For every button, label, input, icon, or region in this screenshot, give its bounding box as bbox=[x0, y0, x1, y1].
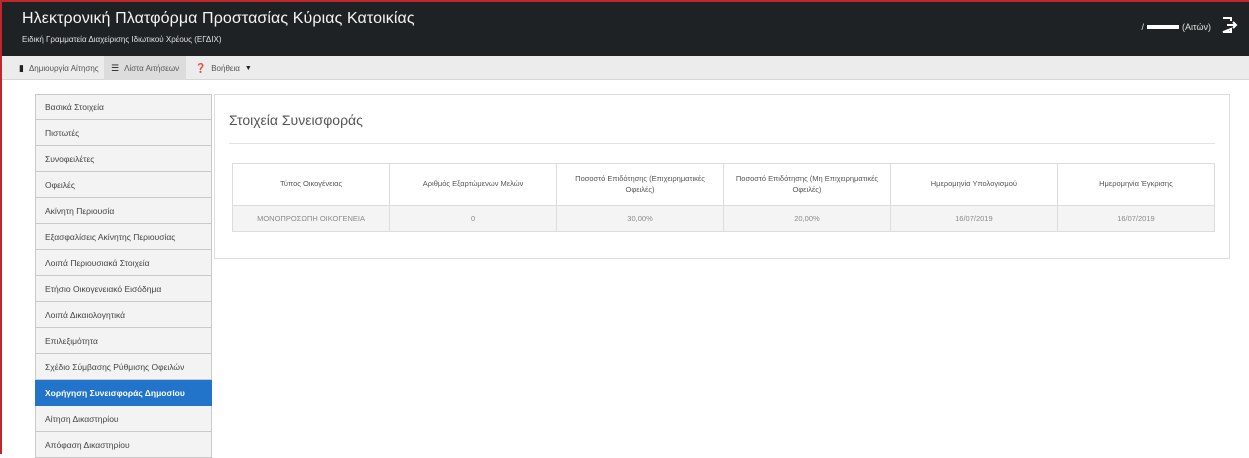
redacted-username bbox=[1147, 25, 1180, 29]
sidebar-item-court-application[interactable]: Αίτηση Δικαστηρίου bbox=[35, 406, 212, 432]
logout-icon[interactable] bbox=[1221, 16, 1239, 34]
contribution-table: Τύπος Οικογένειας Αριθμός Εξαρτώμενων Με… bbox=[231, 163, 1216, 232]
sidebar-item-co-debtors[interactable]: Συνοφειλέτες bbox=[35, 146, 212, 172]
sidebar-item-settlement-plan[interactable]: Σχέδιο Σύμβασης Ρύθμισης Οφειλών bbox=[35, 354, 212, 380]
sidebar-item-creditors[interactable]: Πιστωτές bbox=[35, 120, 212, 146]
caret-down-icon: ▼ bbox=[244, 64, 252, 72]
table-cell: 20,00% bbox=[722, 205, 891, 232]
sidebar-item-other-documents[interactable]: Λοιπά Δικαιολογητικά bbox=[35, 302, 212, 328]
column-header: Ημερομηνία Έγκρισης bbox=[1056, 163, 1216, 206]
sidebar-item-debts[interactable]: Οφειλές bbox=[35, 172, 212, 198]
sidebar-item-real-estate-securities[interactable]: Εξασφαλίσεις Ακίνητης Περιουσίας bbox=[35, 224, 212, 250]
column-header: Ποσοστό Επιδότησης (Επιχειρηματικές Οφει… bbox=[556, 163, 724, 206]
sidebar-item-label: Αίτηση Δικαστηρίου bbox=[45, 413, 119, 424]
nav-applications-list[interactable]: ☰ Λίστα Αιτήσεων bbox=[104, 56, 187, 80]
app-title: Ηλεκτρονική Πλατφόρμα Προστασίας Κύριας … bbox=[22, 10, 415, 27]
sidebar-item-label: Απόφαση Δικαστηρίου bbox=[45, 439, 130, 450]
sidebar-item-court-decision[interactable]: Απόφαση Δικαστηρίου bbox=[35, 432, 212, 458]
sidebar-item-label: Πιστωτές bbox=[45, 127, 80, 138]
sidebar-item-label: Οφειλές bbox=[45, 179, 75, 190]
table-cell: 16/07/2019 bbox=[1056, 205, 1216, 232]
sidebar-item-public-contribution[interactable]: Χορήγηση Συνεισφοράς Δημοσίου bbox=[35, 380, 212, 406]
divider bbox=[229, 143, 1215, 144]
sidebar-item-annual-income[interactable]: Ετήσιο Οικογενειακό Εισόδημα bbox=[35, 276, 212, 302]
sidebar-item-label: Ακίνητη Περιουσία bbox=[45, 205, 115, 216]
sidebar-item-eligibility[interactable]: Επιλεξιμότητα bbox=[35, 328, 212, 354]
sidebar-item-label: Εξασφαλίσεις Ακίνητης Περιουσίας bbox=[45, 231, 176, 242]
contribution-panel: Στοιχεία Συνεισφοράς Τύπος Οικογένειας Α… bbox=[214, 94, 1230, 259]
help-icon: ❓ bbox=[195, 62, 207, 73]
column-header: Ποσοστό Επιδότησης (Μη Επιχειρηματικές Ο… bbox=[722, 163, 891, 206]
panel-heading: Στοιχεία Συνεισφοράς bbox=[229, 112, 363, 128]
sidebar-item-real-estate[interactable]: Ακίνητη Περιουσία bbox=[35, 198, 212, 224]
user-role: (Αιτών) bbox=[1182, 22, 1211, 32]
table-row: ΜΟΝΟΠΡΟΣΩΠΗ ΟΙΚΟΓΕΝΕΙΑ 0 30,00% 20,00% 1… bbox=[231, 205, 1216, 232]
nav-create-application[interactable]: ▮ Δημιουργία Αίτησης bbox=[12, 56, 106, 80]
table-cell: ΜΟΝΟΠΡΟΣΩΠΗ ΟΙΚΟΓΕΝΕΙΑ bbox=[231, 205, 391, 232]
sidebar: Βασικά Στοιχεία Πιστωτές Συνοφειλέτες Οφ… bbox=[35, 94, 212, 458]
user-separator: / bbox=[1141, 22, 1145, 32]
sidebar-item-label: Βασικά Στοιχεία bbox=[45, 102, 104, 112]
top-nav: ▮ Δημιουργία Αίτησης ☰ Λίστα Αιτήσεων ❓ … bbox=[2, 56, 1249, 80]
list-icon: ☰ bbox=[111, 62, 120, 73]
table-cell: 30,00% bbox=[556, 205, 724, 232]
nav-help[interactable]: ❓ Βοήθεια ▼ bbox=[188, 56, 259, 80]
nav-applications-list-label: Λίστα Αιτήσεων bbox=[124, 63, 180, 73]
sidebar-item-label: Σχέδιο Σύμβασης Ρύθμισης Οφειλών bbox=[45, 361, 185, 372]
column-header: Ημερομηνία Υπολογισμού bbox=[889, 163, 1058, 206]
column-header: Τύπος Οικογένειας bbox=[231, 163, 391, 206]
table-cell: 16/07/2019 bbox=[889, 205, 1058, 232]
nav-create-application-label: Δημιουργία Αίτησης bbox=[28, 63, 99, 73]
app-subtitle: Ειδική Γραμματεία Διαχείρισης Ιδιωτικού … bbox=[22, 35, 222, 44]
sidebar-item-other-assets[interactable]: Λοιπά Περιουσιακά Στοιχεία bbox=[35, 250, 212, 276]
column-header: Αριθμός Εξαρτώμενων Μελών bbox=[389, 163, 558, 206]
sidebar-item-basic-info[interactable]: Βασικά Στοιχεία bbox=[35, 94, 212, 120]
sidebar-item-label: Λοιπά Περιουσιακά Στοιχεία bbox=[45, 257, 150, 268]
document-icon: ▮ bbox=[19, 62, 24, 73]
sidebar-item-label: Χορήγηση Συνεισφοράς Δημοσίου bbox=[45, 387, 185, 398]
sidebar-item-label: Επιλεξιμότητα bbox=[45, 335, 98, 346]
table-cell: 0 bbox=[389, 205, 558, 232]
sidebar-item-label: Λοιπά Δικαιολογητικά bbox=[45, 309, 126, 320]
user-info[interactable]: / (Αιτών) bbox=[1142, 22, 1211, 32]
nav-help-label: Βοήθεια bbox=[211, 63, 240, 73]
app-header: Ηλεκτρονική Πλατφόρμα Προστασίας Κύριας … bbox=[2, 2, 1249, 56]
sidebar-item-label: Συνοφειλέτες bbox=[45, 153, 95, 164]
table-header-row: Τύπος Οικογένειας Αριθμός Εξαρτώμενων Με… bbox=[231, 163, 1216, 206]
sidebar-item-label: Ετήσιο Οικογενειακό Εισόδημα bbox=[45, 283, 162, 294]
